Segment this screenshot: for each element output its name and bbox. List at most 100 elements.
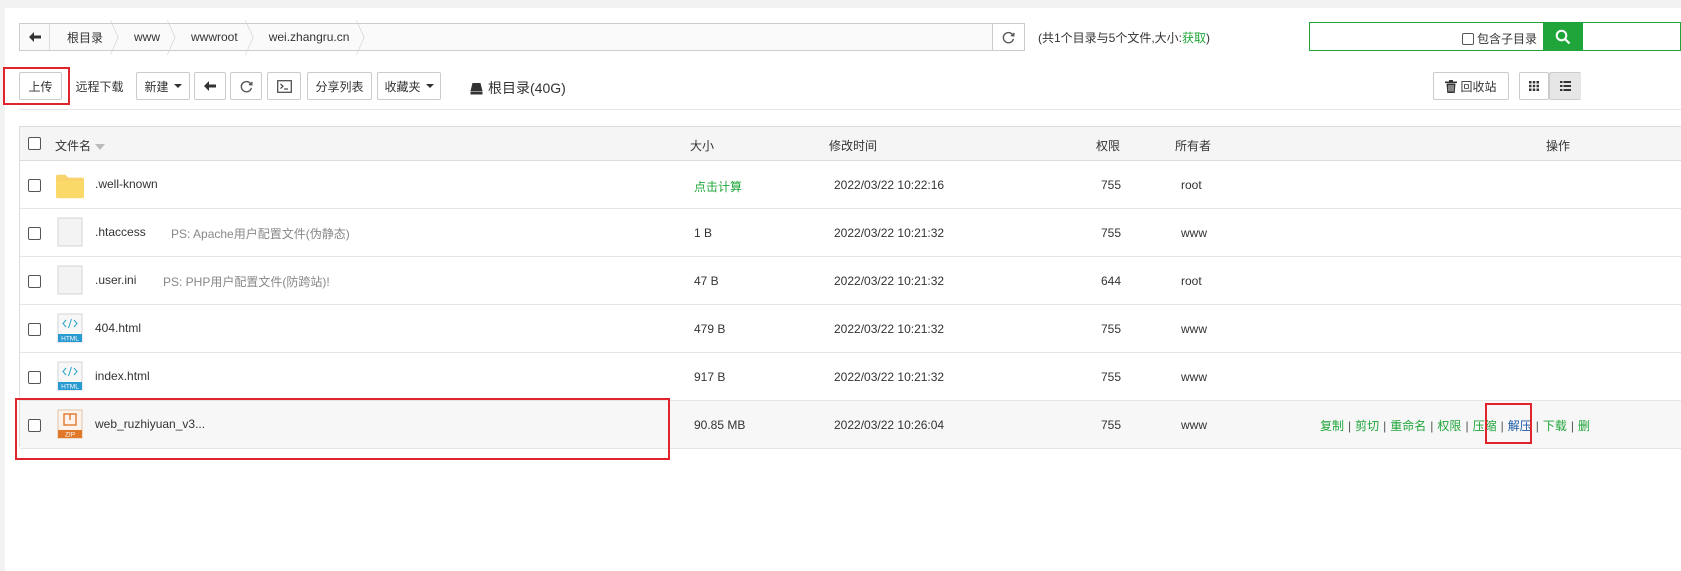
file-size: 47 B <box>694 274 719 288</box>
search-button[interactable] <box>1543 23 1583 50</box>
permission-action[interactable]: 权限 <box>1437 419 1461 433</box>
calc-size-link[interactable]: 点击计算 <box>694 178 742 195</box>
back-arrow-icon[interactable] <box>20 24 50 50</box>
file-owner[interactable]: root <box>1181 178 1202 192</box>
html-file-icon: HTML <box>57 361 83 391</box>
action-separator: | <box>1465 419 1469 433</box>
recycle-bin-button[interactable]: 回收站 <box>1433 72 1509 100</box>
column-header-owner[interactable]: 所有者 <box>1175 137 1211 154</box>
file-name[interactable]: web_ruzhiyuan_v3... <box>95 417 205 431</box>
file-perm[interactable]: 755 <box>1101 418 1121 432</box>
table-row[interactable]: .htaccess PS: Apache用户配置文件(伪静态) 1 B 2022… <box>20 209 1681 257</box>
breadcrumb-item-site[interactable]: wei.zhangru.cn <box>252 24 364 50</box>
html-file-icon: HTML <box>57 313 83 343</box>
column-header-perm[interactable]: 权限 <box>1096 137 1120 154</box>
file-mtime: 2022/03/22 10:26:04 <box>834 418 945 432</box>
file-owner[interactable]: www <box>1181 370 1207 384</box>
file-icon <box>57 217 83 247</box>
file-ps-note: PS: Apache用户配置文件(伪静态) <box>171 227 350 241</box>
file-name[interactable]: index.html <box>95 369 150 383</box>
fetch-size-link[interactable]: 获取 <box>1182 31 1206 45</box>
row-checkbox[interactable] <box>28 323 41 336</box>
file-mtime: 2022/03/22 10:21:32 <box>834 370 945 384</box>
file-size: 917 B <box>694 370 726 384</box>
grid-view-button[interactable] <box>1519 72 1549 100</box>
breadcrumb-item-wwwroot[interactable]: wwwroot <box>174 24 252 50</box>
file-name[interactable]: .user.ini <box>95 273 136 287</box>
select-all-checkbox[interactable] <box>28 137 41 150</box>
file-name[interactable]: .htaccess <box>95 225 146 239</box>
search-box: 包含子目录 <box>1309 22 1681 51</box>
html-badge-label: HTML <box>61 336 79 343</box>
favorites-dropdown-button[interactable]: 收藏夹 <box>377 72 441 100</box>
list-view-button[interactable] <box>1549 72 1581 100</box>
breadcrumb-label: 根目录 <box>67 30 104 45</box>
file-name[interactable]: .well-known <box>95 177 158 191</box>
search-input[interactable] <box>1314 26 1454 47</box>
file-icon <box>57 265 83 295</box>
download-action[interactable]: 下载 <box>1543 419 1567 433</box>
caret-down-icon <box>173 84 182 88</box>
row-checkbox[interactable] <box>28 275 41 288</box>
remote-download-button[interactable]: 远程下载 <box>68 72 131 100</box>
recycle-bin-label: 回收站 <box>1460 79 1497 94</box>
row-checkbox[interactable] <box>28 179 41 192</box>
row-checkbox[interactable] <box>28 419 41 432</box>
row-checkbox[interactable] <box>28 371 41 384</box>
search-icon <box>1555 29 1571 44</box>
remote-download-label: 远程下载 <box>75 79 124 94</box>
folder-icon <box>56 174 84 199</box>
toolbar-divider <box>19 109 1681 110</box>
table-row[interactable]: ZIP web_ruzhiyuan_v3... 90.85 MB 2022/03… <box>20 401 1681 449</box>
file-table: 文件名 大小 修改时间 权限 所有者 操作 .well-known 点击计算 2… <box>19 126 1681 449</box>
file-size: 90.85 MB <box>694 418 746 432</box>
share-list-button[interactable]: 分享列表 <box>307 72 372 100</box>
file-name[interactable]: 404.html <box>95 321 141 335</box>
column-header-name[interactable]: 文件名 <box>55 137 106 154</box>
new-label: 新建 <box>144 79 169 94</box>
file-owner[interactable]: root <box>1181 274 1202 288</box>
file-owner[interactable]: www <box>1181 226 1207 240</box>
back-button[interactable] <box>194 72 226 100</box>
column-header-mtime[interactable]: 修改时间 <box>829 137 877 154</box>
path-input-area[interactable] <box>363 24 992 50</box>
rename-action[interactable]: 重命名 <box>1390 419 1426 433</box>
delete-action[interactable]: 删 <box>1578 419 1590 433</box>
file-perm[interactable]: 755 <box>1101 322 1121 336</box>
table-row[interactable]: .user.ini PS: PHP用户配置文件(防跨站)! 47 B 2022/… <box>20 257 1681 305</box>
breadcrumb-item-www[interactable]: www <box>117 24 174 50</box>
refresh-button[interactable] <box>230 72 262 100</box>
table-row[interactable]: .well-known 点击计算 2022/03/22 10:22:16 755… <box>20 161 1681 209</box>
file-perm[interactable]: 755 <box>1101 370 1121 384</box>
upload-button[interactable]: 上传 <box>19 72 62 100</box>
file-perm[interactable]: 755 <box>1101 178 1121 192</box>
unzip-action[interactable]: 解压 <box>1508 419 1532 433</box>
refresh-icon <box>240 80 253 92</box>
file-owner[interactable]: www <box>1181 418 1207 432</box>
cut-action[interactable]: 剪切 <box>1355 419 1379 433</box>
table-row[interactable]: HTML 404.html 479 B 2022/03/22 10:21:32 … <box>20 305 1681 353</box>
file-size: 479 B <box>694 322 726 336</box>
file-ps-note: PS: PHP用户配置文件(防跨站)! <box>163 275 330 289</box>
disk-icon <box>470 82 483 94</box>
file-perm[interactable]: 755 <box>1101 226 1121 240</box>
table-row[interactable]: HTML index.html 917 B 2022/03/22 10:21:3… <box>20 353 1681 401</box>
new-dropdown-button[interactable]: 新建 <box>136 72 190 100</box>
include-subdir-checkbox[interactable] <box>1462 32 1474 45</box>
column-header-size[interactable]: 大小 <box>690 137 714 154</box>
compress-action[interactable]: 压缩 <box>1473 419 1497 433</box>
file-perm[interactable]: 644 <box>1101 274 1121 288</box>
refresh-path-icon[interactable] <box>992 24 1024 50</box>
row-checkbox[interactable] <box>28 227 41 240</box>
file-manager: 根目录 www wwwroot wei.zhangru.cn (共1个目录与5个… <box>0 0 1681 571</box>
html-badge-label: HTML <box>61 384 79 391</box>
file-owner[interactable]: www <box>1181 322 1207 336</box>
disk-selector[interactable]: 根目录(40G) <box>470 78 566 98</box>
include-subdir-toggle[interactable]: 包含子目录 <box>1462 30 1537 47</box>
terminal-button[interactable] <box>267 72 301 100</box>
sort-caret-icon <box>95 143 106 150</box>
breadcrumb-item-root[interactable]: 根目录 <box>50 24 117 50</box>
terminal-icon <box>276 79 292 93</box>
table-header: 文件名 大小 修改时间 权限 所有者 操作 <box>20 127 1681 161</box>
copy-action[interactable]: 复制 <box>1320 419 1344 433</box>
